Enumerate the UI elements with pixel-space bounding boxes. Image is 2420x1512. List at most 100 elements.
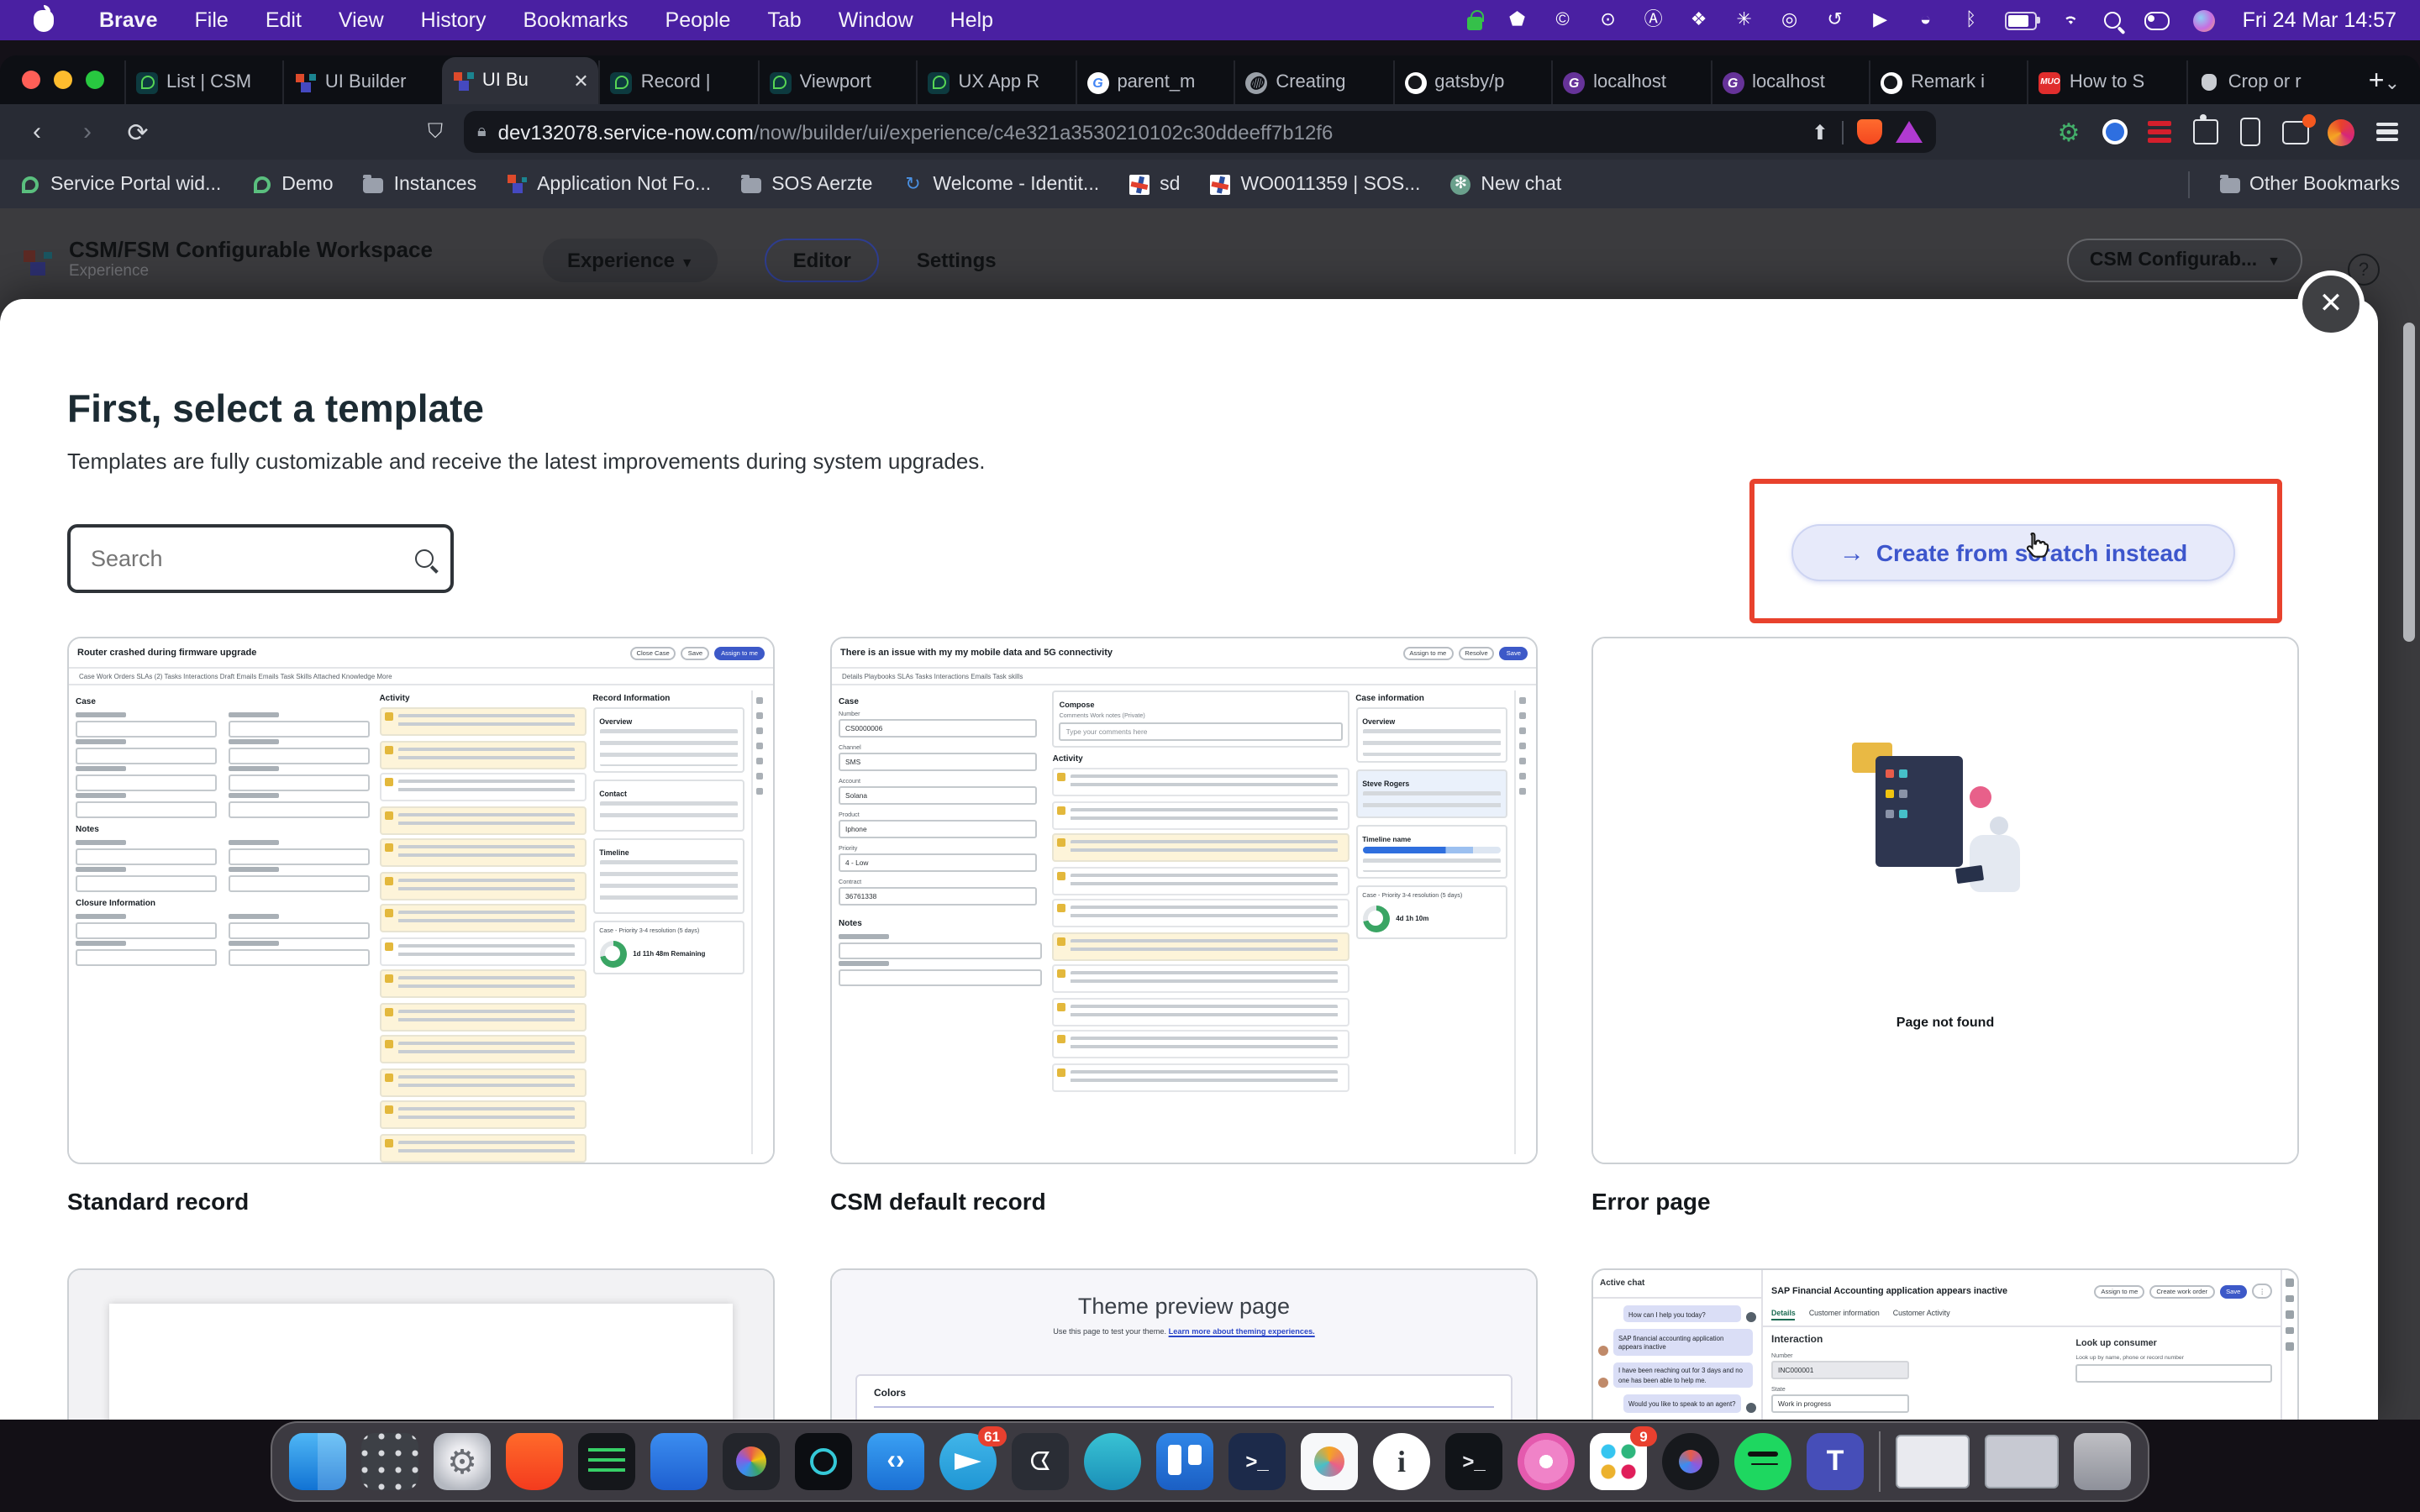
dock-teams-icon[interactable]: T <box>1807 1433 1864 1490</box>
dock-flower-app-icon[interactable] <box>1518 1433 1575 1490</box>
tab-crop[interactable]: Crop or r <box>2186 60 2345 104</box>
tab-creating[interactable]: ◍Creating <box>1234 60 1392 104</box>
dock-slack-icon[interactable]: 9 <box>1590 1433 1647 1490</box>
dock-brave-icon[interactable] <box>506 1433 563 1490</box>
tab-record[interactable]: Record | <box>599 60 758 104</box>
tab-remark[interactable]: Remark i <box>1869 60 2028 104</box>
license-status-icon[interactable]: © <box>1552 9 1574 31</box>
template-card-error-page[interactable]: Page not found <box>1591 637 2299 1164</box>
dock-chat-app-icon[interactable] <box>1084 1433 1141 1490</box>
record-status-icon[interactable]: ◒ <box>1915 9 1937 31</box>
dock-files-app-icon[interactable] <box>650 1433 708 1490</box>
menu-clock[interactable]: Fri 24 Mar 14:57 <box>2243 8 2396 32</box>
extensions-puzzle-icon[interactable] <box>2192 119 2217 144</box>
site-lock-icon[interactable]: 🔒︎ <box>477 123 487 141</box>
create-from-scratch-button[interactable]: → Create from scratch instead <box>1791 524 2235 581</box>
keyboard-a-status-icon[interactable]: Ⓐ <box>1643 9 1665 31</box>
page-scrollbar[interactable] <box>2402 309 2415 1420</box>
menu-file[interactable]: File <box>195 8 229 32</box>
redlines-extension-icon[interactable] <box>2146 118 2173 145</box>
close-tab-icon[interactable]: ✕ <box>573 70 588 92</box>
tab-how-to[interactable]: MUOHow to S <box>2028 60 2186 104</box>
theming-link[interactable]: Learn more about theming experiences. <box>1169 1327 1315 1336</box>
bookmark-other-bookmarks[interactable]: Other Bookmarks <box>2219 174 2400 194</box>
wifi-status-icon[interactable] <box>2061 13 2081 28</box>
scrollbar-thumb[interactable] <box>2403 323 2415 642</box>
dock-discord-icon[interactable]: ᗧ <box>1012 1433 1069 1490</box>
siri-status-icon[interactable] <box>2194 9 2216 31</box>
dock-terminal-icon[interactable]: >_ <box>1445 1433 1502 1490</box>
menu-window[interactable]: Window <box>839 8 913 32</box>
power-status-icon[interactable]: ⊙ <box>1597 9 1619 31</box>
bookmark-service-portal[interactable]: Service Portal wid... <box>20 174 221 194</box>
wallet-icon[interactable] <box>2282 120 2309 144</box>
template-search-box[interactable] <box>67 524 454 593</box>
menu-edit[interactable]: Edit <box>266 8 302 32</box>
phone-sync-icon[interactable] <box>2240 118 2260 146</box>
spotlight-status-icon[interactable] <box>2105 12 2122 29</box>
bat-rewards-icon[interactable] <box>1896 121 1923 143</box>
template-card-theme-preview[interactable]: Theme preview page Use this page to test… <box>830 1268 1538 1420</box>
template-card-csm-chat[interactable]: Active chat How can I help you today? SA… <box>1591 1268 2299 1420</box>
menu-tab[interactable]: Tab <box>767 8 801 32</box>
tab-ui-builder-active[interactable]: UI Bu✕ <box>442 57 599 104</box>
dock-powershell-icon[interactable]: >_ <box>1228 1433 1286 1490</box>
new-tab-button[interactable]: + <box>2369 67 2385 97</box>
dock-swarm-app-icon[interactable] <box>1301 1433 1358 1490</box>
address-bar[interactable]: 🔒︎ dev132078.service-now.com /now/builde… <box>464 111 1936 153</box>
gear-extension-icon[interactable]: ⚙ <box>2055 118 2082 145</box>
browser-menu-icon[interactable] <box>2373 118 2400 145</box>
menu-view[interactable]: View <box>339 8 384 32</box>
tab-list-csm[interactable]: List | CSM <box>124 60 283 104</box>
forward-button[interactable]: › <box>67 118 108 146</box>
dock-system-settings-icon[interactable]: ⚙ <box>434 1433 491 1490</box>
experience-menu-button[interactable]: Experience ▼ <box>544 239 718 282</box>
close-window-button[interactable] <box>22 71 40 89</box>
bookmark-new-chat[interactable]: ✻New chat <box>1450 174 1561 194</box>
dock-arc-browser-icon[interactable] <box>1662 1433 1719 1490</box>
rewards-orb-icon[interactable] <box>2328 118 2354 145</box>
onepassword-extension-icon[interactable] <box>2102 119 2127 144</box>
dock-power-app-icon[interactable] <box>795 1433 852 1490</box>
dock-photos-icon[interactable] <box>723 1433 780 1490</box>
bookmark-instances-folder[interactable]: Instances <box>364 174 476 194</box>
bookmark-page-icon[interactable]: ⛉ <box>417 119 454 144</box>
tab-localhost-1[interactable]: Glocalhost <box>1551 60 1710 104</box>
dock-spotify-icon[interactable] <box>1734 1433 1791 1490</box>
bluetooth-status-icon[interactable]: ᛒ <box>1960 9 1982 31</box>
dock-minimized-window-1[interactable] <box>1896 1435 1970 1488</box>
lock-status-icon[interactable] <box>1468 17 1483 30</box>
bookmark-sd[interactable]: sd <box>1129 174 1180 194</box>
dock-telegram-icon[interactable]: 61 <box>939 1433 997 1490</box>
minimize-window-button[interactable] <box>54 71 72 89</box>
bookmark-welcome-identity[interactable]: ↻Welcome - Identit... <box>902 174 1099 194</box>
tab-parent-m[interactable]: Gparent_m <box>1075 60 1234 104</box>
tab-gatsby-repo[interactable]: gatsby/p <box>1392 60 1551 104</box>
settings-tab[interactable]: Settings <box>917 249 997 272</box>
bookmark-application-not-found[interactable]: Application Not Fo... <box>507 174 711 194</box>
menu-people[interactable]: People <box>666 8 731 32</box>
menu-bookmarks[interactable]: Bookmarks <box>523 8 628 32</box>
search-input[interactable] <box>87 544 415 573</box>
bookmark-sos-aerzte-folder[interactable]: SOS Aerzte <box>741 174 872 194</box>
tab-localhost-2[interactable]: Glocalhost <box>1710 60 1869 104</box>
zoom-window-button[interactable] <box>86 71 104 89</box>
battery-status-icon[interactable] <box>2006 11 2038 29</box>
dock-launchpad-icon[interactable] <box>361 1433 418 1490</box>
menu-help[interactable]: Help <box>950 8 993 32</box>
shield-status-icon[interactable]: ⬟ <box>1507 9 1528 31</box>
tab-ux-app[interactable]: UX App R <box>917 60 1076 104</box>
tab-ui-builder[interactable]: UI Builder <box>283 60 442 104</box>
dock-vscode-icon[interactable]: ‹› <box>867 1433 924 1490</box>
menu-app-name[interactable]: Brave <box>99 8 158 32</box>
bookmark-demo[interactable]: Demo <box>251 174 333 194</box>
template-card-csm-default-record[interactable]: There is an issue with my my mobile data… <box>830 637 1538 1164</box>
menu-history[interactable]: History <box>421 8 487 32</box>
play-status-icon[interactable]: ▶ <box>1870 9 1891 31</box>
apple-menu-icon[interactable] <box>34 9 54 31</box>
bookmark-wo0011359[interactable]: WO0011359 | SOS... <box>1210 174 1420 194</box>
template-card-standard-record[interactable]: Router crashed during firmware upgrade C… <box>67 637 775 1164</box>
dropbox-status-icon[interactable]: ❖ <box>1688 9 1710 31</box>
back-button[interactable]: ‹ <box>17 118 57 146</box>
modal-close-button[interactable]: ✕ <box>2297 270 2365 338</box>
